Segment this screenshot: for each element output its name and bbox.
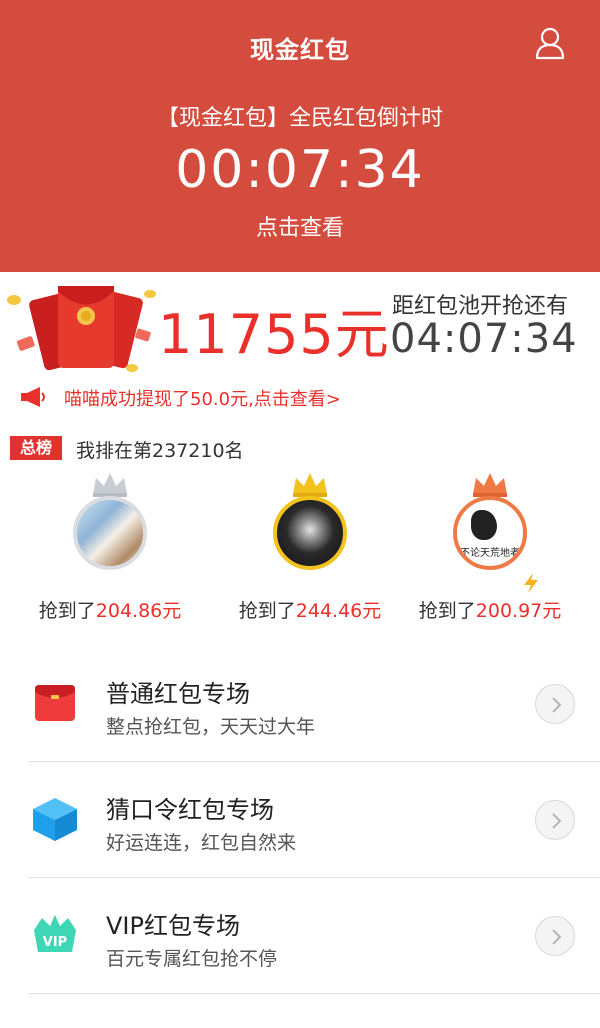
lightning-icon (524, 573, 538, 593)
countdown-label: 【现金红包】全民红包倒计时 (156, 106, 443, 131)
page-title: 现金红包 (250, 36, 350, 64)
svg-text:VIP: VIP (43, 935, 67, 950)
list-item-vip-session[interactable]: VIP VIP红包专场 百元专属红包抢不停 (0, 878, 600, 994)
winner-prize: 抢到了204.86元 (38, 600, 182, 622)
red-envelope-pile-illustration (7, 286, 156, 372)
winner-prize: 抢到了244.46元 (238, 600, 382, 622)
withdraw-notice[interactable]: 喵喵成功提现了50.0元,点击查看> (0, 382, 600, 412)
avatar (73, 496, 147, 570)
view-link[interactable]: 点击查看 (0, 210, 600, 242)
winner-third[interactable]: 不论天荒地老 抢到了200.97元 (390, 468, 590, 628)
total-rank-badge[interactable]: 总榜 (10, 436, 62, 460)
item-title: 普通红包专场 (106, 680, 250, 708)
avatar-caption: 不论天荒地老 (460, 548, 520, 559)
list-item-password-session[interactable]: 猜口令红包专场 好运连连，红包自然来 (0, 762, 600, 878)
chevron-right-button[interactable] (535, 916, 575, 956)
bronze-crown-icon (473, 473, 507, 497)
pool-amount: 11755元 (158, 303, 390, 366)
winner-second[interactable]: 抢到了204.86元 (10, 468, 210, 628)
item-subtitle: 百元专属红包抢不停 (106, 948, 278, 970)
avatar (273, 496, 347, 570)
red-packet-pool: 11755元 距红包池开抢还有 04:07:34 (0, 272, 600, 382)
chevron-right-button[interactable] (535, 684, 575, 724)
user-icon[interactable] (534, 26, 566, 60)
item-title: 猜口令红包专场 (106, 796, 274, 824)
list-item-normal-session[interactable]: 普通红包专场 整点抢红包，天天过大年 (0, 646, 600, 762)
leaderboard-header: 总榜 我排在第237210名 (0, 432, 600, 464)
chevron-right-icon (552, 929, 562, 945)
winner-first[interactable]: 抢到了244.46元 (210, 468, 410, 628)
winner-prize: 抢到了200.97元 (418, 600, 562, 622)
withdraw-notice-text[interactable]: 喵喵成功提现了50.0元,点击查看> (64, 385, 341, 411)
megaphone-icon (21, 387, 45, 407)
header: 现金红包 【现金红包】全民红包倒计时 00:07:34 点击查看 (0, 0, 600, 272)
item-subtitle: 整点抢红包，天天过大年 (106, 716, 316, 738)
gold-crown-icon (293, 473, 327, 497)
blue-box-icon (33, 798, 77, 841)
divider (28, 993, 600, 994)
pool-countdown-timer: 04:07:34 (390, 316, 578, 362)
vip-crown-icon: VIP (34, 915, 76, 952)
my-rank-text: 我排在第237210名 (76, 440, 244, 462)
item-subtitle: 好运连连，红包自然来 (106, 832, 297, 854)
chevron-right-icon (552, 813, 562, 829)
red-envelope-icon (35, 685, 75, 721)
chevron-right-button[interactable] (535, 800, 575, 840)
chevron-right-icon (552, 697, 562, 713)
avatar: 不论天荒地老 (453, 496, 527, 570)
countdown-timer: 00:07:34 (175, 140, 425, 200)
top-winners: 抢到了204.86元 抢到了244.46元 不论天荒地老 抢到了200.97元 (0, 468, 600, 628)
item-title: VIP红包专场 (106, 912, 240, 940)
silver-crown-icon (93, 473, 127, 497)
red-packet-sessions: 普通红包专场 整点抢红包，天天过大年 猜口令红包专场 好运连连，红包自然来 VI… (0, 646, 600, 1028)
